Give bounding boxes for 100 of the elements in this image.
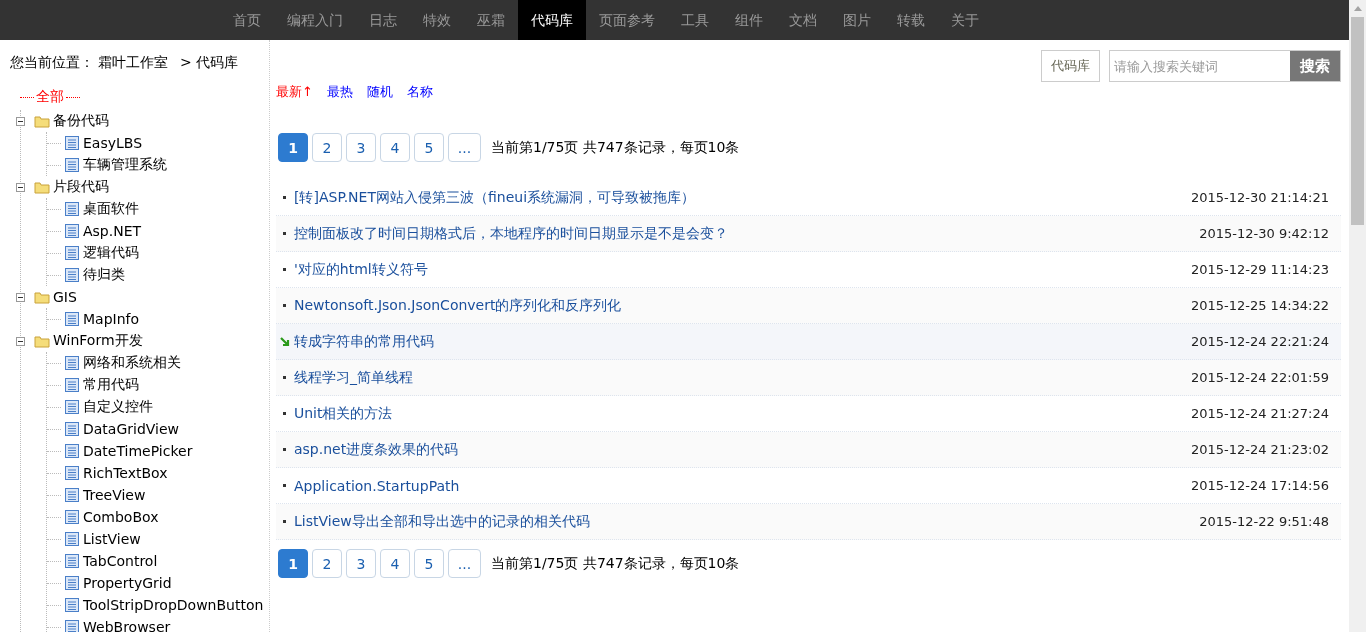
nav-link[interactable]: 关于 [938,0,992,40]
document-icon [65,510,79,524]
page-button[interactable]: 2 [312,133,342,162]
tree-item[interactable]: MapInfo [83,311,140,327]
page-button[interactable]: 2 [312,549,342,578]
nav-link[interactable]: 巫霜 [464,0,518,40]
nav-link[interactable]: 工具 [668,0,722,40]
tree-item[interactable]: WebBrowser [83,619,171,632]
tree-item[interactable]: EasyLBS [83,135,143,151]
document-icon [65,620,79,632]
collapse-toggle-icon[interactable] [16,116,25,126]
article-link[interactable]: Application.StartupPath [294,477,1191,494]
nav-link[interactable]: 首页 [220,0,274,40]
nav-link[interactable]: 页面参考 [586,0,668,40]
document-icon [65,158,79,172]
tree-item[interactable]: DataGridView [83,421,180,437]
collapse-toggle-icon[interactable] [16,182,25,192]
tree-category[interactable]: WinForm开发 [53,332,143,350]
tree-item[interactable]: RichTextBox [83,465,168,481]
article-link[interactable]: Unit相关的方法 [294,404,1191,423]
breadcrumb-separator: > [180,54,192,72]
tree-item[interactable]: 车辆管理系统 [83,156,167,174]
tree-item[interactable]: DateTimePicker [83,443,193,459]
page-button[interactable]: 5 [414,549,444,578]
article-row[interactable]: 控制面板改了时间日期格式后，本地程序的时间日期显示是不是会变？ 2015-12-30 9:42:12 [276,216,1341,252]
article-link[interactable]: ListView导出全部和导出选中的记录的相关代码 [294,512,1200,531]
page-button[interactable]: 4 [380,549,410,578]
document-icon [65,532,79,546]
article-row[interactable]: ListView导出全部和导出选中的记录的相关代码 2015-12-22 9:51:48 [276,504,1341,540]
article-link[interactable]: 线程学习_简单线程 [294,368,1191,387]
article-row[interactable]: asp.net进度条效果的代码 2015-12-24 21:23:02 [276,432,1341,468]
article-link[interactable]: asp.net进度条效果的代码 [294,440,1191,459]
tree-item[interactable]: 自定义控件 [83,398,153,416]
article-link[interactable]: Newtonsoft.Json.JsonConvert的序列化和反序列化 [294,296,1191,315]
tree-item[interactable]: 网络和系统相关 [83,354,181,372]
tree-item[interactable]: Asp.NET [83,223,142,239]
article-link[interactable]: '对应的html转义符号 [294,260,1191,279]
article-link[interactable]: 转成字符串的常用代码 [294,332,1191,351]
sort-link[interactable]: 最热 [326,83,353,101]
page-button[interactable]: ... [448,549,481,578]
tree-item[interactable]: PropertyGrid [83,575,172,591]
sort-link[interactable]: 随机 [366,83,393,101]
page-button[interactable]: ... [448,133,481,162]
bullet-icon [283,268,286,271]
tree-item[interactable]: TreeView [83,487,146,503]
collapse-toggle-icon[interactable] [16,336,25,346]
tree-item[interactable]: 桌面软件 [83,200,139,218]
nav-link[interactable]: 特效 [410,0,464,40]
document-icon [65,202,79,216]
page-button[interactable]: 1 [278,549,308,578]
page-button[interactable]: 5 [414,133,444,162]
folder-icon [34,114,50,128]
document-icon [65,356,79,370]
nav-link[interactable]: 转载 [884,0,938,40]
article-link[interactable]: [转]ASP.NET网站入侵第三波（fineui系统漏洞，可导致被拖库） [294,188,1191,207]
tree-item[interactable]: ListView [83,531,141,547]
article-row[interactable]: 线程学习_简单线程 2015-12-24 22:01:59 [276,360,1341,396]
tree-item[interactable]: 待归类 [83,266,125,284]
search-button[interactable]: 搜索 [1290,51,1340,81]
article-row[interactable]: Newtonsoft.Json.JsonConvert的序列化和反序列化 2015-12-25 14:34:22 [276,288,1341,324]
page-button[interactable]: 3 [346,549,376,578]
page-button[interactable]: 1 [278,133,308,162]
page-button[interactable]: 4 [380,133,410,162]
tree-item[interactable]: 常用代码 [83,376,139,394]
document-icon [65,400,79,414]
article-time: 2015-12-24 17:14:56 [1190,478,1329,493]
search-field[interactable]: 请输入搜索关键词 搜索 [1109,50,1341,82]
nav-link[interactable]: 编程入门 [274,0,356,40]
sort-link[interactable]: 名称 [406,83,433,101]
scrollbar[interactable] [1349,0,1366,632]
page-button[interactable]: 3 [346,133,376,162]
article-time: 2015-12-24 21:27:24 [1190,406,1329,421]
search-scope[interactable]: 代码库 [1041,50,1100,82]
article-row[interactable]: 转成字符串的常用代码 2015-12-24 22:21:24 [276,324,1341,360]
scrollbar-thumb[interactable] [1351,17,1364,225]
breadcrumb-link[interactable]: 霜叶工作室 [98,54,168,72]
page-summary: 当前第1/75页 共747条记录，每页10条 [491,554,740,573]
tree-item[interactable]: ComboBox [83,509,159,525]
nav-link[interactable]: 图片 [830,0,884,40]
nav-link[interactable]: 代码库 [518,0,586,40]
all-categories-link[interactable]: 全部 [20,88,269,106]
tree-item[interactable]: TabControl [83,553,158,569]
nav-link[interactable]: 文档 [776,0,830,40]
tree-category[interactable]: 备份代码 [53,112,109,130]
tree-item[interactable]: 逻辑代码 [83,244,139,262]
article-time: 2015-12-24 22:01:59 [1190,370,1329,385]
article-link[interactable]: 控制面板改了时间日期格式后，本地程序的时间日期显示是不是会变？ [294,224,1200,243]
article-time: 2015-12-22 9:51:48 [1199,514,1329,529]
document-icon [65,136,79,150]
document-icon [65,422,79,436]
nav-link[interactable]: 组件 [722,0,776,40]
nav-link[interactable]: 日志 [356,0,410,40]
tree-category[interactable]: 片段代码 [53,178,109,196]
bullet-icon [283,412,286,415]
tree-category[interactable]: GIS [53,289,77,305]
bullet-icon [283,232,286,235]
document-icon [65,312,79,326]
collapse-toggle-icon[interactable] [16,292,25,302]
sort-link[interactable]: 最新↑ [276,83,313,101]
tree-item[interactable]: ToolStripDropDownButton [83,597,264,613]
